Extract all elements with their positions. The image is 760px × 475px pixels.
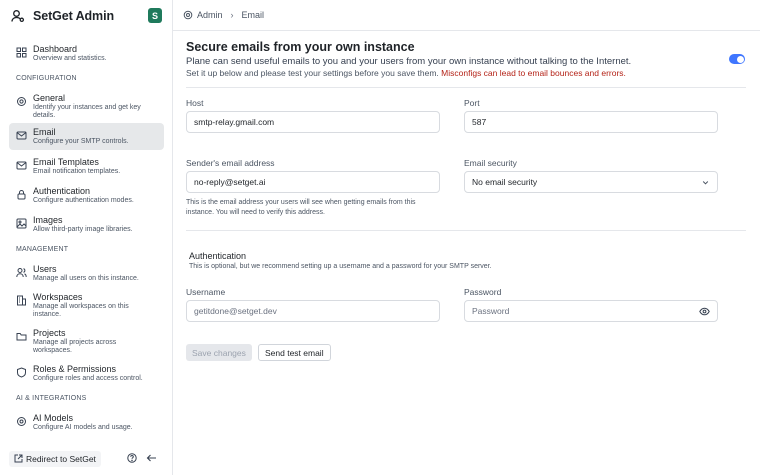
shield-icon [17,367,26,378]
port-input[interactable]: 587 [464,111,718,133]
sidebar-footer: Redirect to SetGet [9,450,164,467]
sidebar-item-label: Images [33,215,63,225]
sidebar-item-label: Users [33,264,57,274]
cpu-icon [17,417,26,426]
sidebar-item-label: Authentication [33,186,91,196]
sidebar-item-desc: Configure your SMTP controls. [33,138,129,145]
sidebar-item-desc: Overview and statistics. [33,55,107,62]
redirect-button[interactable]: Redirect to SetGet [9,450,101,467]
lock-icon [17,190,26,200]
sidebar-item-desc: Configure AI models and usage. [33,424,133,431]
workspace-avatar[interactable]: S [148,8,162,23]
sidebar-item-workspaces[interactable]: Workspaces Manage all workspaces on this … [9,288,164,323]
gear-icon [17,97,26,106]
send-test-email-button[interactable]: Send test email [258,344,331,361]
sidebar-item-desc: Configure roles and access control. [33,375,143,382]
sidebar-item-desc: Manage all users on this instance. [33,275,139,282]
auth-section-title: Authentication [189,251,247,261]
main-content: Secure emails from your own instance Pla… [173,31,760,475]
sidebar-item-label: Workspaces [33,292,83,302]
sidebar-item-label: Dashboard [33,44,78,54]
brand-name: SetGet Admin [33,9,114,23]
admin-user-icon [8,6,28,26]
divider [186,87,746,88]
section-label-management: MANAGEMENT [16,246,69,253]
sidebar-item-desc: Configure authentication modes. [33,197,134,204]
page-title: Secure emails from your own instance [186,40,415,54]
external-link-icon [14,454,23,463]
sender-email-input[interactable]: no-reply@setget.ai [186,171,440,193]
breadcrumb-admin[interactable]: Admin [197,10,223,20]
sidebar-item-email[interactable]: Email Configure your SMTP controls. [9,123,164,150]
redirect-label: Redirect to SetGet [26,453,96,464]
folder-icon [16,333,27,341]
section-label-configuration: CONFIGURATION [16,75,77,82]
eye-icon[interactable] [699,307,710,316]
port-label: Port [464,98,480,108]
sidebar-item-images[interactable]: Images Allow third-party image libraries. [9,211,164,238]
sender-email-label: Sender's email address [186,158,275,168]
brand-header[interactable]: SetGet Admin S [8,5,166,27]
sidebar-item-label: Email [33,127,56,137]
email-security-value: No email security [472,177,538,187]
email-security-select[interactable]: No email security [464,171,718,193]
sidebar-item-authentication[interactable]: Authentication Configure authentication m… [9,182,164,209]
username-label: Username [186,287,226,297]
sidebar-item-label: General [33,93,66,103]
sidebar-item-email-templates[interactable]: Email Templates Email notification templa… [9,153,164,180]
page-subtext-main: Set it up below and please test your set… [186,68,439,78]
sidebar-item-general[interactable]: General Identify your instances and get k… [9,89,164,124]
building-icon [17,295,26,306]
password-label: Password [464,287,502,297]
sidebar-item-label: Roles & Permissions [33,364,117,374]
sidebar-item-roles-permissions[interactable]: Roles & Permissions Configure roles and a… [9,360,164,387]
breadcrumb-current: Email [241,10,265,20]
mail-icon [16,131,27,140]
sidebar-item-label: AI Models [33,413,74,423]
sidebar-item-projects[interactable]: Projects Manage all projects across works… [9,324,164,359]
divider [186,230,746,231]
save-changes-button[interactable]: Save changes [186,344,252,361]
warning-text: Misconfigs can lead to email bounces and… [441,68,626,78]
email-security-label: Email security [464,158,517,168]
help-icon[interactable] [127,453,137,463]
sidebar: SetGet Admin S Dashboard Overview and sta… [0,0,173,475]
sidebar-item-users[interactable]: Users Manage all users on this instance. [9,260,164,287]
chevron-down-icon [702,181,709,185]
page-subtext: Set it up below and please test your set… [186,68,626,78]
sidebar-item-ai-models[interactable]: AI Models Configure AI models and usage. [9,409,164,436]
collapse-sidebar-icon[interactable] [146,453,157,463]
sidebar-item-desc: Manage all workspaces on this instance. [33,303,129,318]
username-input[interactable]: getitdone@setget.dev [186,300,440,322]
sidebar-item-dashboard[interactable]: Dashboard Overview and statistics. [9,40,164,67]
users-icon [16,268,27,278]
email-enabled-toggle[interactable] [729,54,745,64]
host-input[interactable]: smtp-relay.gmail.com [186,111,440,133]
section-label-ai: AI & INTEGRATIONS [16,395,87,402]
sidebar-item-label: Projects [33,328,66,338]
grid-icon [16,47,27,58]
mail-icon [16,161,27,170]
sidebar-item-desc: Manage all projects across workspaces. [33,339,117,354]
sidebar-item-label: Email Templates [33,157,99,167]
auth-section-desc: This is optional, but we recommend setti… [189,263,492,270]
gear-icon [183,10,193,20]
host-label: Host [186,98,204,108]
chevron-right-icon: › [230,10,234,20]
breadcrumb: Admin › Email [173,0,760,31]
sidebar-item-desc: Email notification templates. [33,168,121,175]
image-icon [16,218,27,229]
sender-email-help: This is the email address your users wil… [186,199,416,216]
sidebar-item-desc: Allow third-party image libraries. [33,226,133,233]
sidebar-item-desc: Identify your instances and get key deta… [33,104,141,119]
password-placeholder: Password [472,306,510,316]
password-input[interactable]: Password [464,300,718,322]
page-description: Plane can send useful emails to you and … [186,56,632,67]
